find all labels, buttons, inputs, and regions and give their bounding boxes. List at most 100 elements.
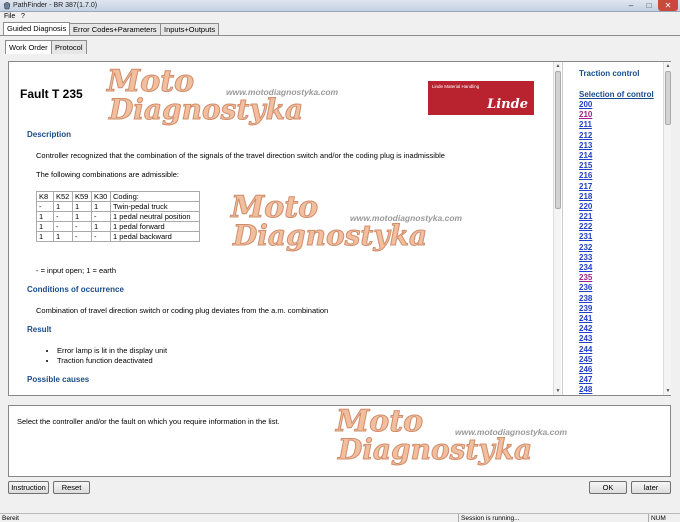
fault-code-link[interactable]: 238 (579, 294, 592, 304)
table-cell: 1 (91, 201, 111, 212)
scroll-down-icon[interactable]: ▼ (554, 387, 562, 395)
watermark-line1: Moto (230, 190, 319, 225)
sub-tab-bar: Work Order Protocol (0, 40, 680, 54)
fault-code-link[interactable]: 214 (579, 151, 592, 161)
table-cell: - (36, 201, 54, 212)
app-icon (3, 2, 11, 10)
table-header-cell: Coding: (110, 191, 200, 202)
side-scrollbar[interactable]: ▲ ▼ (663, 62, 671, 395)
fault-title: Fault T 235 (20, 87, 83, 101)
watermark-url: www.motodiagnostyka.com (226, 87, 339, 97)
menu-help[interactable]: ? (21, 12, 25, 22)
fault-code-link[interactable]: 236 (579, 283, 592, 293)
watermark: Moto Diagnostyka (230, 190, 428, 252)
fault-code-link[interactable]: 220 (579, 202, 592, 212)
fault-code-link[interactable]: 213 (579, 141, 592, 151)
watermark-line1: Moto (106, 64, 195, 99)
fault-code-link[interactable]: 234 (579, 263, 592, 273)
table-cell: 1 pedal backward (110, 231, 200, 242)
combinations-table: K8 K52 K59 K30 Coding: - 1 1 1 Twin-peda… (36, 191, 200, 242)
fault-detail-panel: Fault T 235 Linde Material Handling Lind… (9, 62, 552, 395)
tab-guided-diagnosis[interactable]: Guided Diagnosis (3, 22, 71, 36)
result-heading: Result (27, 325, 52, 334)
main-tab-bar: Guided Diagnosis Error Codes+Parameters … (0, 22, 680, 36)
scroll-thumb[interactable] (555, 71, 561, 209)
fault-code-link[interactable]: 246 (579, 365, 592, 375)
table-cell: 1 pedal forward (110, 221, 200, 232)
close-button[interactable]: ✕ (658, 0, 678, 11)
side-title: Traction control (579, 69, 640, 78)
fault-code-link[interactable]: 239 (579, 304, 592, 314)
scroll-down-icon[interactable]: ▼ (664, 387, 672, 395)
ok-button[interactable]: OK (589, 481, 627, 494)
scroll-thumb[interactable] (665, 71, 671, 125)
menu-bar: File ? (0, 12, 680, 22)
table-cell: - (91, 231, 111, 242)
watermark-line2: Diagnostyka (108, 93, 304, 126)
status-ready: Bereit (2, 515, 19, 522)
fault-code-link[interactable]: 241 (579, 314, 592, 324)
logo-name: Linde (487, 97, 528, 112)
scroll-up-icon[interactable]: ▲ (554, 62, 562, 70)
fault-code-link[interactable]: 218 (579, 192, 592, 202)
table-cell: - (91, 211, 111, 222)
fault-code-link[interactable]: 211 (579, 120, 592, 130)
fault-code-link[interactable]: 231 (579, 232, 592, 242)
fault-code-link[interactable]: 247 (579, 375, 592, 385)
status-bar: Bereit Session is running... NUM (0, 513, 680, 522)
table-cell: 1 pedal neutral position (110, 211, 200, 222)
fault-code-link[interactable]: 242 (579, 324, 592, 334)
tab-protocol[interactable]: Protocol (51, 40, 87, 54)
main-scrollbar[interactable]: ▲ ▼ (553, 62, 561, 395)
maximize-button[interactable]: □ (640, 0, 658, 11)
watermark-line2: Diagnostyka (232, 219, 428, 252)
fault-code-link[interactable]: 245 (579, 355, 592, 365)
conditions-text: Combination of travel direction switch o… (36, 306, 329, 315)
fault-code-link[interactable]: 217 (579, 182, 592, 192)
table-cell: 1 (53, 231, 73, 242)
tab-divider (0, 35, 680, 36)
description-text: Controller recognized that the combinati… (36, 151, 445, 160)
fault-code-link[interactable]: 233 (579, 253, 592, 263)
fault-code-link[interactable]: 212 (579, 131, 592, 141)
later-button[interactable]: later (631, 481, 671, 494)
table-cell: 1 (72, 211, 92, 222)
fault-code-list: 200 210 211 212 213 214 215 216 217 218 220 221 222 2… (579, 100, 592, 395)
content-frame: Fault T 235 Linde Material Handling Lind… (8, 61, 671, 396)
info-text: Select the controller and/or the fault o… (17, 417, 280, 426)
fault-list-panel: Traction control Selection of control 20… (562, 62, 662, 395)
fault-code-link[interactable]: 232 (579, 243, 592, 253)
fault-code-link[interactable]: 200 (579, 100, 592, 110)
table-cell: - (72, 221, 92, 232)
table-row: 1 - - 1 1 pedal forward (36, 221, 200, 232)
fault-code-link[interactable]: 216 (579, 171, 592, 181)
watermark-url: www.motodiagnostyka.com (455, 427, 568, 437)
watermark: Moto Diagnostyka (106, 64, 304, 126)
selection-of-control-link[interactable]: Selection of control (579, 90, 654, 99)
instruction-button[interactable]: Instruction (8, 481, 49, 494)
fault-code-link[interactable]: 215 (579, 161, 592, 171)
description-heading: Description (27, 130, 72, 139)
fault-code-link[interactable]: 221 (579, 212, 592, 222)
table-cell: 1 (36, 221, 54, 232)
fault-code-link[interactable]: 248 (579, 385, 592, 395)
scroll-up-icon[interactable]: ▲ (664, 62, 672, 70)
table-header-row: K8 K52 K59 K30 Coding: (36, 191, 200, 202)
fault-code-link[interactable]: 235 (579, 273, 592, 283)
table-header-cell: K8 (36, 191, 54, 202)
table-cell: - (53, 211, 73, 222)
tab-error-codes-parameters[interactable]: Error Codes+Parameters (69, 23, 161, 35)
list-item: Traction function deactivated (57, 356, 167, 366)
tab-inputs-outputs[interactable]: Inputs+Outputs (160, 23, 220, 35)
menu-file[interactable]: File (4, 12, 15, 22)
fault-code-link[interactable]: 243 (579, 334, 592, 344)
fault-code-link[interactable]: 222 (579, 222, 592, 232)
reset-button[interactable]: Reset (53, 481, 90, 494)
minimize-button[interactable]: – (622, 0, 640, 11)
status-session: Session is running... (458, 514, 644, 522)
fault-code-link[interactable]: 210 (579, 110, 592, 120)
fault-code-link[interactable]: 244 (579, 345, 592, 355)
status-num: NUM (648, 514, 678, 522)
table-row: 1 - 1 - 1 pedal neutral position (36, 211, 200, 222)
tab-work-order[interactable]: Work Order (5, 40, 52, 54)
